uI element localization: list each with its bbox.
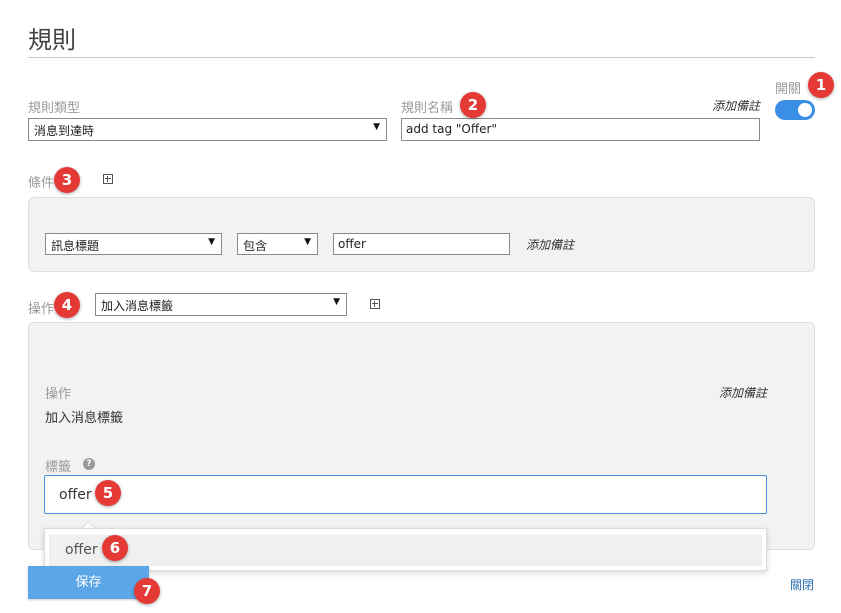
annotation-badge-5: 5	[95, 480, 121, 506]
condition-add-note-link[interactable]: 添加備註	[526, 236, 574, 253]
action-panel	[28, 322, 815, 550]
condition-field-value: 訊息標題	[51, 239, 100, 253]
rule-type-select[interactable]: 消息到達時 ▼	[28, 118, 387, 141]
actions-label: 操作	[28, 302, 55, 317]
tags-input[interactable]: offer	[44, 475, 767, 514]
chevron-down-icon: ▼	[208, 237, 215, 247]
conditions-label: 條件	[28, 176, 55, 191]
chevron-down-icon: ▼	[373, 122, 380, 132]
rule-type-label: 規則類型	[28, 101, 81, 116]
action-type-value: 加入消息標籤	[101, 299, 174, 313]
action-panel-value: 加入消息標籤	[45, 411, 124, 426]
condition-operator-value: 包含	[243, 239, 268, 253]
page-title: 規則	[28, 26, 76, 54]
rule-name-input[interactable]: add tag "Offer"	[401, 118, 760, 141]
chevron-down-icon: ▼	[304, 237, 311, 247]
condition-field-select[interactable]: 訊息標題 ▼	[45, 233, 222, 255]
condition-operator-select[interactable]: 包含 ▼	[237, 233, 318, 255]
tag-suggestions-dropdown: offer	[44, 528, 767, 571]
annotation-badge-6: 6	[102, 535, 128, 561]
rule-name-value: add tag "Offer"	[406, 122, 497, 136]
save-button[interactable]: 保存	[28, 566, 149, 599]
annotation-badge-4: 4	[54, 292, 80, 318]
rule-type-value: 消息到達時	[34, 124, 95, 138]
annotation-badge-7: 7	[134, 578, 160, 604]
add-action-plus-icon[interactable]	[370, 299, 380, 309]
rule-add-note-link[interactable]: 添加備註	[712, 97, 760, 114]
enabled-label: 開關	[775, 82, 802, 97]
rule-name-label: 規則名稱	[401, 101, 454, 116]
annotation-badge-3: 3	[54, 167, 80, 193]
toggle-knob	[798, 103, 812, 117]
action-type-select[interactable]: 加入消息標籤 ▼	[95, 293, 347, 316]
header-divider	[28, 57, 815, 58]
annotation-badge-1: 1	[808, 72, 834, 98]
close-link[interactable]: 關閉	[790, 576, 814, 593]
tag-suggestion-item[interactable]: offer	[49, 535, 762, 566]
help-icon[interactable]: ?	[83, 458, 95, 470]
condition-value-input[interactable]: offer	[333, 233, 510, 255]
annotation-badge-2: 2	[460, 92, 486, 118]
tags-label: 標籤	[45, 460, 72, 475]
action-panel-label: 操作	[45, 387, 72, 402]
action-add-note-link[interactable]: 添加備註	[719, 384, 767, 401]
tag-suggestion-label: offer	[65, 542, 98, 558]
tags-input-value: offer	[59, 487, 92, 503]
enabled-toggle[interactable]	[775, 100, 815, 120]
condition-value-text: offer	[338, 237, 366, 251]
chevron-down-icon: ▼	[333, 297, 340, 307]
add-condition-plus-icon[interactable]	[103, 174, 113, 184]
